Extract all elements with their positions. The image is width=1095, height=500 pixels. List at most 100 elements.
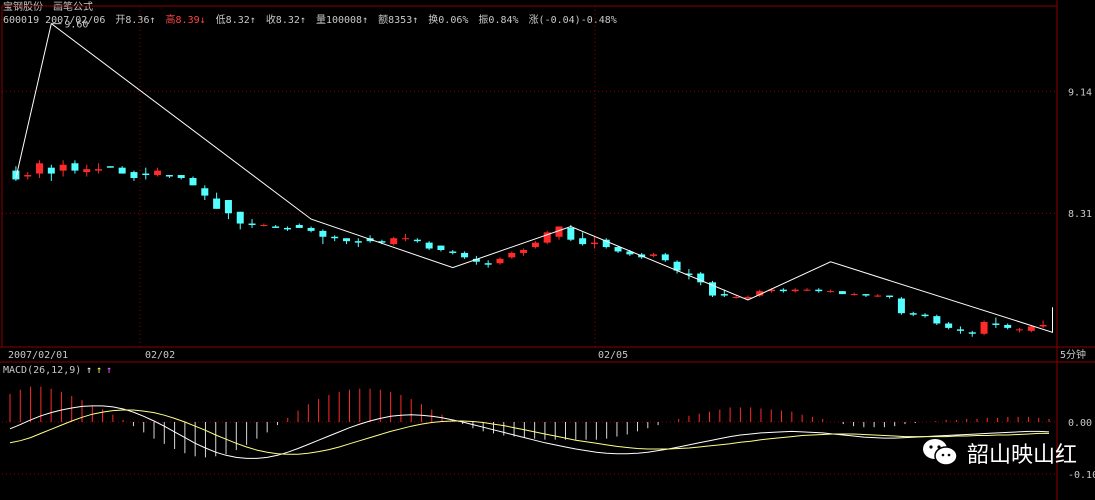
candle-body	[130, 172, 138, 178]
candle-body	[118, 167, 126, 174]
candle-body	[236, 211, 244, 224]
price-frame	[1, 5, 1058, 348]
candle-body	[992, 323, 1000, 325]
candle-body	[402, 238, 410, 240]
candle-body	[224, 200, 232, 214]
candle-body	[95, 169, 103, 171]
candle-body	[720, 294, 728, 296]
wechat-icon	[922, 439, 958, 466]
candle-body	[1027, 326, 1035, 331]
candle-body	[945, 323, 953, 328]
candle-body	[331, 236, 339, 239]
candle-body	[71, 163, 79, 171]
macd-axis-label: 0.00	[1068, 418, 1092, 429]
candle-body	[614, 247, 622, 252]
candle-body	[461, 252, 469, 258]
time-axis-label: 02/05	[598, 350, 628, 361]
candle-body	[838, 291, 846, 295]
candle-body	[437, 245, 445, 250]
candle-body	[968, 332, 976, 334]
candle-body	[933, 316, 941, 324]
candle-body	[307, 227, 315, 231]
candle-body	[862, 294, 870, 296]
candle-body	[390, 238, 398, 245]
candle-body	[106, 166, 114, 168]
candle-body	[661, 254, 669, 261]
candle-body	[791, 289, 799, 292]
candle-body	[579, 238, 587, 245]
candle-body	[354, 241, 362, 243]
candle-body	[732, 297, 740, 299]
candle-body	[874, 295, 882, 297]
candle-body	[484, 263, 492, 265]
candle-body	[520, 249, 528, 253]
candle-body	[189, 177, 197, 186]
macd-panel: MACD(26,12,9) ↑ ↑ ↑	[3, 365, 1050, 459]
candle-body	[744, 297, 752, 299]
candle-body	[425, 242, 433, 249]
macd-arrow: ↑	[86, 365, 92, 376]
candle-body	[567, 227, 575, 240]
watermark-text: 韶山映山红	[966, 443, 1077, 468]
candle-body	[248, 223, 256, 226]
candle-body	[921, 314, 929, 317]
watermark: 韶山映山红	[921, 436, 1077, 470]
candle-body	[956, 329, 964, 331]
candle-body	[1039, 324, 1047, 327]
candle-body	[165, 175, 173, 177]
candle-body	[590, 242, 598, 245]
candle-body	[827, 291, 835, 293]
price-axis-label: 9.14	[1068, 87, 1092, 98]
zigzag-line: 9.608.20	[15, 20, 1053, 333]
candle-body	[177, 175, 185, 178]
candle-body	[319, 230, 327, 237]
candle-body	[36, 163, 44, 174]
candle-body	[154, 170, 162, 176]
candle-body	[283, 227, 291, 230]
candle-body	[272, 226, 280, 228]
candle-body	[201, 188, 209, 196]
time-axis-label: 02/02	[145, 350, 175, 361]
candle-body	[59, 164, 67, 171]
candle-body	[260, 225, 268, 227]
candle-body	[980, 322, 988, 334]
macd-title: MACD(26,12,9)	[3, 365, 81, 376]
candle-body	[496, 258, 504, 264]
macd-arrow: ↑	[96, 365, 102, 376]
candle-body	[142, 173, 150, 176]
dea-line	[9, 409, 1049, 455]
chart-canvas: 9.608.20 MACD(26,12,9) ↑ ↑ ↑ 9.14 8.31 2007/0…	[0, 0, 1095, 500]
candle-body	[213, 198, 221, 209]
candle-body	[649, 254, 657, 256]
candle-body	[850, 294, 858, 296]
dif-line	[9, 405, 1050, 459]
candle-body	[342, 238, 350, 242]
candle-body	[897, 298, 905, 314]
axes: 9.14 8.31 2007/02/01 02/02 02/05 5分钟 0.00 -0.10	[8, 87, 1095, 481]
candle-body	[83, 169, 91, 173]
macd-axis-label: -0.10	[1068, 470, 1095, 481]
price-axis-label: 8.31	[1068, 209, 1092, 220]
candle-body	[12, 170, 20, 180]
candle-body	[1015, 329, 1023, 331]
candle-body	[47, 167, 55, 174]
macd-arrow: ↑	[106, 365, 112, 376]
candle-body	[803, 289, 811, 291]
candle-body	[779, 289, 787, 292]
candle-body	[909, 313, 917, 315]
candle-body	[508, 252, 516, 258]
period-label: 5分钟	[1060, 348, 1086, 361]
candle-body	[886, 295, 894, 298]
zigzag-polyline	[15, 22, 1053, 333]
time-axis-label: 2007/02/01	[8, 350, 68, 361]
candle-body	[449, 251, 457, 253]
candle-body	[413, 239, 421, 242]
chart-window: { "header": { "stock_name": "宝钢股份", "for…	[0, 0, 1095, 500]
peak-label: 9.60	[64, 20, 88, 31]
candle-body	[1004, 324, 1012, 328]
candle-body	[295, 225, 303, 228]
candle-body	[531, 242, 539, 248]
candles	[12, 160, 1047, 337]
candle-body	[24, 175, 32, 177]
candle-body	[815, 289, 823, 292]
